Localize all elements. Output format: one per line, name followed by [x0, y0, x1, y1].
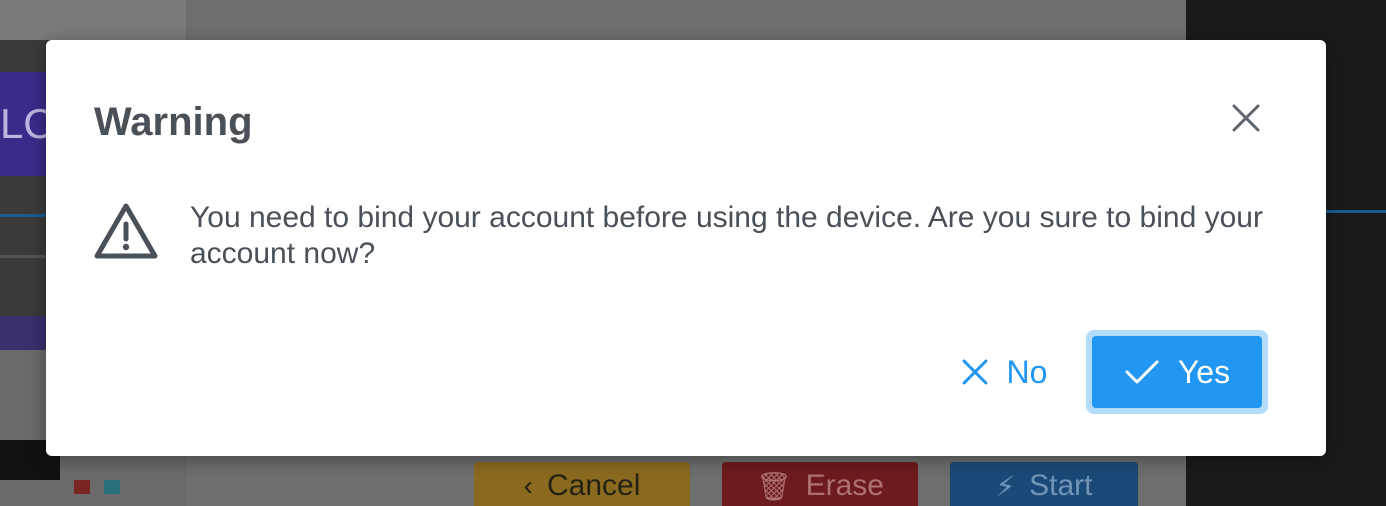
dialog-message: You need to bind your account before usi… — [190, 201, 1263, 270]
screen: LO ‹ Cancel 🗑 Erase ⚡ Start Warning You … — [0, 0, 1386, 506]
dialog-title: Warning — [94, 100, 253, 144]
background-start-button: ⚡ Start — [950, 462, 1138, 506]
close-button[interactable] — [1226, 98, 1266, 138]
warning-dialog: Warning You need to bind your account be… — [46, 40, 1326, 456]
background-erase-label: Erase — [805, 469, 884, 502]
yes-button[interactable]: Yes — [1092, 336, 1262, 408]
no-button-label: No — [1006, 353, 1048, 390]
lightning-icon: ⚡ — [995, 470, 1016, 502]
background-cancel-button: ‹ Cancel — [474, 462, 690, 506]
chevron-left-icon: ‹ — [523, 470, 533, 501]
background-start-label: Start — [1029, 469, 1093, 502]
yes-button-label: Yes — [1177, 353, 1231, 390]
close-icon — [962, 359, 988, 385]
close-icon — [1232, 104, 1260, 132]
background-divider — [1326, 210, 1386, 213]
background-device-part — [104, 480, 120, 494]
background-toolbar — [0, 316, 46, 350]
check-icon — [1125, 360, 1159, 384]
warning-triangle-icon — [94, 203, 158, 259]
background-logo: LO — [0, 72, 46, 176]
background-cancel-label: Cancel — [546, 469, 641, 502]
trash-icon: 🗑 — [756, 470, 792, 502]
background-erase-button: 🗑 Erase — [722, 462, 918, 506]
background-device-part — [74, 480, 90, 494]
background-header — [0, 0, 186, 40]
no-button[interactable]: No — [942, 336, 1066, 408]
